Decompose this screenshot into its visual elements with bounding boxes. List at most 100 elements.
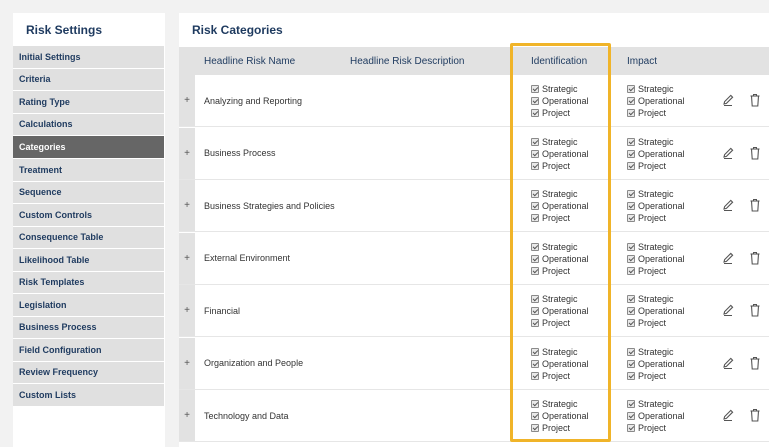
impact-checkbox-group: Strategic Operational Project <box>627 241 685 277</box>
impact-option-project: Project <box>627 370 685 382</box>
pencil-icon[interactable] <box>721 250 735 266</box>
column-header-impact[interactable]: Impact <box>627 47 657 75</box>
trash-icon[interactable] <box>748 355 762 371</box>
checkbox-label: Project <box>638 213 667 223</box>
trash-icon[interactable] <box>748 197 762 213</box>
project-checkbox[interactable] <box>627 109 635 117</box>
operational-checkbox[interactable] <box>531 149 539 158</box>
sidebar-item-custom-controls[interactable]: Custom Controls <box>13 204 164 227</box>
column-header-identification[interactable]: Identification <box>531 47 587 75</box>
operational-checkbox[interactable] <box>627 149 635 158</box>
pencil-icon[interactable] <box>721 355 735 371</box>
strategic-checkbox[interactable] <box>531 400 539 408</box>
project-checkbox[interactable] <box>627 266 635 275</box>
column-header-name[interactable]: Headline Risk Name <box>204 47 295 75</box>
operational-checkbox[interactable] <box>531 359 539 368</box>
project-checkbox[interactable] <box>627 371 635 380</box>
strategic-checkbox[interactable] <box>627 242 635 251</box>
project-checkbox[interactable] <box>531 319 539 327</box>
sidebar-item-criteria[interactable]: Criteria <box>13 68 164 91</box>
sidebar-item-rating-type[interactable]: Rating Type <box>13 91 164 114</box>
strategic-checkbox[interactable] <box>531 347 539 356</box>
strategic-checkbox[interactable] <box>531 85 539 93</box>
identification-option-operational: Operational <box>531 200 589 212</box>
operational-checkbox[interactable] <box>627 202 635 210</box>
expand-row-button[interactable]: + <box>179 75 195 126</box>
strategic-checkbox[interactable] <box>531 242 539 251</box>
trash-icon[interactable] <box>748 250 762 266</box>
operational-checkbox[interactable] <box>627 359 635 368</box>
project-checkbox[interactable] <box>627 214 635 222</box>
trash-icon[interactable] <box>748 407 762 423</box>
operational-checkbox[interactable] <box>531 97 539 105</box>
project-checkbox[interactable] <box>627 424 635 432</box>
expand-row-button[interactable]: + <box>179 285 195 336</box>
operational-checkbox[interactable] <box>531 412 539 420</box>
pencil-icon[interactable] <box>721 92 735 108</box>
trash-icon[interactable] <box>748 92 762 108</box>
sidebar-item-field-configuration[interactable]: Field Configuration <box>13 339 164 362</box>
strategic-checkbox[interactable] <box>531 295 539 303</box>
sidebar-item-treatment[interactable]: Treatment <box>13 159 164 182</box>
sidebar-item-initial-settings[interactable]: Initial Settings <box>13 46 164 69</box>
checkbox-label: Operational <box>638 253 685 264</box>
strategic-checkbox[interactable] <box>627 295 635 303</box>
trash-icon[interactable] <box>748 302 762 318</box>
expand-row-button[interactable]: + <box>179 127 195 179</box>
project-checkbox[interactable] <box>531 371 539 380</box>
strategic-checkbox[interactable] <box>627 137 635 146</box>
sidebar-item-review-frequency[interactable]: Review Frequency <box>13 361 164 384</box>
project-checkbox[interactable] <box>531 266 539 275</box>
project-checkbox[interactable] <box>531 424 539 432</box>
checkbox-label: Operational <box>542 148 589 159</box>
sidebar-item-consequence-table[interactable]: Consequence Table <box>13 226 164 249</box>
risk-name: Technology and Data <box>204 410 289 421</box>
sidebar-item-categories[interactable]: Categories <box>13 136 164 159</box>
impact-checkbox-group: Strategic Operational Project <box>627 188 685 224</box>
identification-checkbox-group: Strategic Operational Project <box>531 136 589 172</box>
operational-checkbox[interactable] <box>627 307 635 315</box>
expand-row-button[interactable]: + <box>179 390 195 441</box>
column-header-description[interactable]: Headline Risk Description <box>350 47 465 75</box>
expand-row-button[interactable]: + <box>179 232 195 284</box>
sidebar-item-calculations[interactable]: Calculations <box>13 113 164 136</box>
operational-checkbox[interactable] <box>531 254 539 263</box>
strategic-checkbox[interactable] <box>627 190 635 198</box>
pencil-icon[interactable] <box>721 197 735 213</box>
strategic-checkbox[interactable] <box>531 190 539 198</box>
operational-checkbox[interactable] <box>531 307 539 315</box>
checkbox-label: Operational <box>542 411 589 421</box>
impact-option-strategic: Strategic <box>627 188 685 200</box>
operational-checkbox[interactable] <box>627 254 635 263</box>
sidebar-item-custom-lists[interactable]: Custom Lists <box>13 384 164 407</box>
pencil-icon[interactable] <box>721 145 735 161</box>
operational-checkbox[interactable] <box>531 202 539 210</box>
sidebar-item-sequence[interactable]: Sequence <box>13 181 164 204</box>
project-checkbox[interactable] <box>627 319 635 327</box>
identification-option-project: Project <box>531 317 589 329</box>
impact-option-operational: Operational <box>627 253 685 265</box>
strategic-checkbox[interactable] <box>627 85 635 93</box>
strategic-checkbox[interactable] <box>627 347 635 356</box>
expand-row-button[interactable]: + <box>179 180 195 231</box>
pencil-icon[interactable] <box>721 302 735 318</box>
project-checkbox[interactable] <box>531 214 539 222</box>
sidebar-item-risk-templates[interactable]: Risk Templates <box>13 271 164 294</box>
project-checkbox[interactable] <box>531 109 539 117</box>
strategic-checkbox[interactable] <box>531 137 539 146</box>
operational-checkbox[interactable] <box>627 412 635 420</box>
operational-checkbox[interactable] <box>627 97 635 105</box>
expand-row-button[interactable]: + <box>179 337 195 389</box>
trash-icon[interactable] <box>748 145 762 161</box>
sidebar-item-likelihood-table[interactable]: Likelihood Table <box>13 249 164 272</box>
strategic-checkbox[interactable] <box>627 400 635 408</box>
table-row: + Organization and People Strategic Operati… <box>179 337 769 390</box>
checkbox-label: Operational <box>638 411 685 421</box>
project-checkbox[interactable] <box>627 161 635 170</box>
sidebar-item-legislation[interactable]: Legislation <box>13 294 164 317</box>
identification-checkbox-group: Strategic Operational Project <box>531 346 589 382</box>
project-checkbox[interactable] <box>531 161 539 170</box>
checkbox-label: Strategic <box>638 189 674 199</box>
pencil-icon[interactable] <box>721 407 735 423</box>
sidebar-item-business-process[interactable]: Business Process <box>13 316 164 339</box>
